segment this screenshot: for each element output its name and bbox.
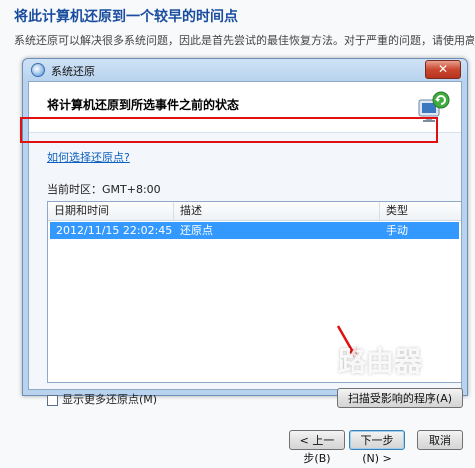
back-button[interactable]: < 上一步(B) [289,430,345,465]
table-header: 日期和时间 描述 类型 [48,202,461,221]
table-row[interactable]: 2012/11/15 22:02:45 还原点 手动 [50,222,459,239]
system-restore-icon [31,63,45,77]
checkbox-box[interactable] [47,394,58,406]
page-title: 将此计算机还原到一个较早的时间点 [14,9,238,25]
show-more-restore-points-checkbox[interactable]: 显示更多还原点(M) [47,391,157,407]
column-header-date[interactable]: 日期和时间 [48,202,174,220]
timezone-label: 当前时区：GMT+8:00 [47,183,161,196]
close-button[interactable]: ✕ [425,60,461,79]
page-description: 系统还原可以解决很多系统问题，因此是首先尝试的最佳恢复方法。对于严重的问题，请使… [14,34,474,47]
next-button[interactable]: 下一步(N) > [349,430,405,465]
checkbox-label: 显示更多还原点(M) [62,393,158,406]
help-link[interactable]: 如何选择还原点? [47,149,130,165]
computer-restore-icon [418,91,450,122]
cell-date: 2012/11/15 22:02:45 [56,224,173,237]
dialog-header: 将计算机还原到所选事件之前的状态 [29,82,461,133]
column-header-type[interactable]: 类型 [380,202,461,220]
titlebar: 系统还原 ✕ [23,59,467,81]
watermark-url: luyouqi.com [372,372,445,383]
window-title: 系统还原 [51,65,95,78]
cell-description: 还原点 [180,224,213,237]
cancel-button[interactable]: 取消 [417,430,463,450]
header-title: 将计算机还原到所选事件之前的状态 [47,98,240,112]
scan-affected-programs-button[interactable]: 扫描受影响的程序(A) [337,388,463,408]
column-header-description[interactable]: 描述 [174,202,380,220]
cell-type: 手动 [386,224,408,237]
